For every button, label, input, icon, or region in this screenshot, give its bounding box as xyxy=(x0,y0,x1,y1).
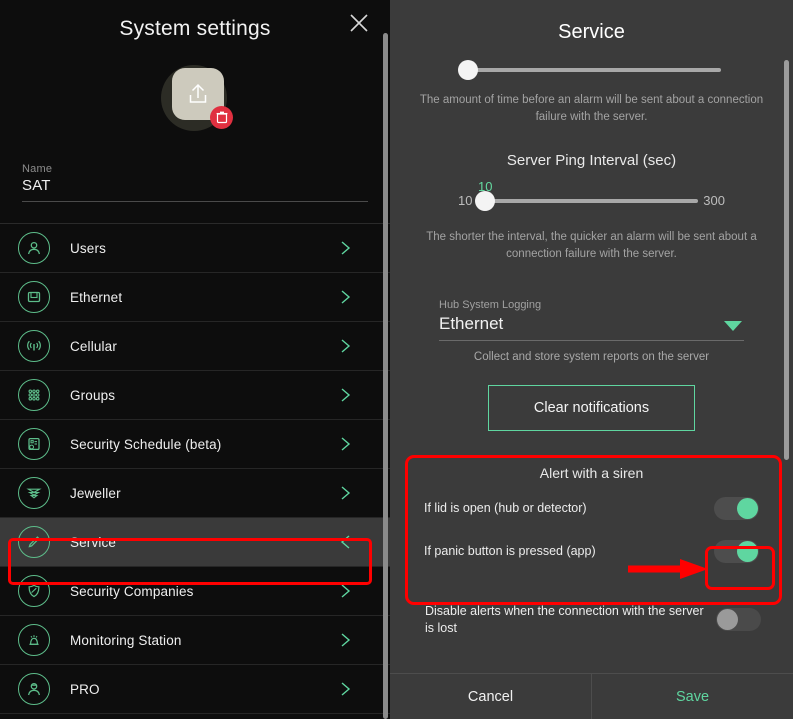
user-circle-icon xyxy=(18,232,50,264)
name-input[interactable]: SAT xyxy=(22,177,368,194)
sidebar-item-label: Ethernet xyxy=(70,289,123,305)
slider-min-label: 10 xyxy=(458,193,473,209)
grid-dots-icon xyxy=(18,379,50,411)
slider-track xyxy=(485,199,698,204)
hub-system-logging-value: Ethernet xyxy=(439,313,504,333)
siren-panic-button-toggle[interactable] xyxy=(714,539,759,563)
sidebar-item-label: Cellular xyxy=(70,338,117,354)
system-settings-dialog: System settings Name SAT Users Ethernet … xyxy=(0,0,793,719)
chevron-right-icon xyxy=(338,630,354,650)
slider-thumb[interactable] xyxy=(458,60,478,80)
left-settings-panel: System settings Name SAT Users Ethernet … xyxy=(0,0,390,719)
name-field-label: Name xyxy=(22,163,53,175)
jeweller-signal-icon xyxy=(18,477,50,509)
sidebar-item-label: Service xyxy=(70,534,117,550)
siren-lid-open-row: If lid is open (hub or detector) xyxy=(424,487,759,530)
sidebar-item-label: Jeweller xyxy=(70,485,121,501)
alarm-delay-hint: The amount of time before an alarm will … xyxy=(419,94,764,123)
alert-with-siren-section: Alert with a siren If lid is open (hub o… xyxy=(402,455,781,589)
shield-icon xyxy=(18,575,50,607)
alarm-delay-slider[interactable] xyxy=(458,60,721,80)
sidebar-item-monitoring-station[interactable]: Monitoring Station xyxy=(0,616,390,665)
hub-system-logging-hint: Collect and store system reports on the … xyxy=(473,350,710,363)
pencil-icon xyxy=(18,526,50,558)
trash-icon[interactable] xyxy=(210,106,233,129)
sidebar-item-security-companies[interactable]: Security Companies xyxy=(0,567,390,616)
toggle-knob xyxy=(717,609,738,631)
sidebar-item-jeweller[interactable]: Jeweller xyxy=(0,469,390,518)
hub-system-logging-label: Hub System Logging xyxy=(439,298,542,311)
toggle-knob xyxy=(737,540,758,562)
siren-panic-button-label: If panic button is pressed (app) xyxy=(424,543,596,558)
ping-interval-hint: The shorter the interval, the quicker an… xyxy=(426,231,757,261)
chevron-right-icon xyxy=(338,581,354,601)
sidebar-item-ethernet[interactable]: Ethernet xyxy=(0,273,390,322)
slider-track xyxy=(462,68,721,72)
slider-thumb[interactable] xyxy=(475,191,495,212)
sidebar-item-label: Groups xyxy=(70,387,116,403)
chevron-right-icon xyxy=(338,483,354,503)
sidebar-item-security-schedule[interactable]: Security Schedule (beta) xyxy=(0,420,390,469)
disable-alerts-toggle[interactable] xyxy=(716,608,761,632)
sidebar-item-groups[interactable]: Groups xyxy=(0,371,390,420)
settings-list: Users Ethernet Cellular Groups Security … xyxy=(0,223,390,714)
siren-panic-button-row: If panic button is pressed (app) xyxy=(424,530,759,573)
clear-notifications-button[interactable]: Clear notifications xyxy=(488,384,695,431)
siren-icon xyxy=(18,624,50,656)
chevron-right-icon xyxy=(338,679,354,699)
service-panel-scrollbar[interactable] xyxy=(784,60,789,460)
user-pro-icon xyxy=(18,673,50,705)
disable-alerts-row: Disable alerts when the connection with … xyxy=(425,603,761,637)
sidebar-item-label: Security Companies xyxy=(70,583,194,599)
chevron-down-icon[interactable] xyxy=(724,320,742,331)
save-button[interactable]: Save xyxy=(591,674,793,719)
name-field[interactable]: Name SAT xyxy=(22,163,368,202)
sidebar-item-cellular[interactable]: Cellular xyxy=(0,322,390,371)
chevron-right-icon xyxy=(338,238,354,258)
chevron-right-icon xyxy=(338,287,354,307)
upload-icon xyxy=(189,83,207,103)
disable-alerts-label: Disable alerts when the connection with … xyxy=(425,603,704,635)
page-title: System settings xyxy=(119,17,271,40)
slider-max-label: 300 xyxy=(703,193,725,209)
ping-interval-title: Server Ping Interval (sec) xyxy=(506,152,677,170)
cellular-signal-icon xyxy=(18,330,50,362)
sidebar-item-pro[interactable]: PRO xyxy=(0,665,390,714)
sidebar-item-label: Security Schedule (beta) xyxy=(70,436,222,452)
chevron-left-icon xyxy=(338,532,354,552)
left-panel-scrollbar[interactable] xyxy=(383,33,388,719)
hub-system-logging-select[interactable]: Hub System Logging Ethernet xyxy=(439,299,744,341)
siren-lid-open-toggle[interactable] xyxy=(714,496,759,520)
cancel-button[interactable]: Cancel xyxy=(390,674,591,719)
sidebar-item-label: Monitoring Station xyxy=(70,632,182,648)
avatar[interactable] xyxy=(159,63,233,135)
chevron-right-icon xyxy=(338,434,354,454)
sidebar-item-service[interactable]: Service xyxy=(0,518,390,567)
schedule-document-icon xyxy=(18,428,50,460)
sidebar-item-label: Users xyxy=(70,240,107,256)
ethernet-port-icon xyxy=(18,281,50,313)
siren-lid-open-label: If lid is open (hub or detector) xyxy=(424,500,587,515)
service-panel-title: Service xyxy=(558,21,625,43)
service-panel: Service The amount of time before an ala… xyxy=(390,0,793,719)
alert-with-siren-title: Alert with a siren xyxy=(539,464,644,481)
close-icon[interactable] xyxy=(344,8,374,38)
chevron-right-icon xyxy=(338,336,354,356)
sidebar-item-users[interactable]: Users xyxy=(0,224,390,273)
ping-interval-slider[interactable]: 10 300 10 xyxy=(390,179,793,215)
toggle-knob xyxy=(737,497,758,519)
chevron-right-icon xyxy=(338,385,354,405)
sidebar-item-label: PRO xyxy=(70,681,100,697)
dialog-footer: Cancel Save xyxy=(390,673,793,719)
